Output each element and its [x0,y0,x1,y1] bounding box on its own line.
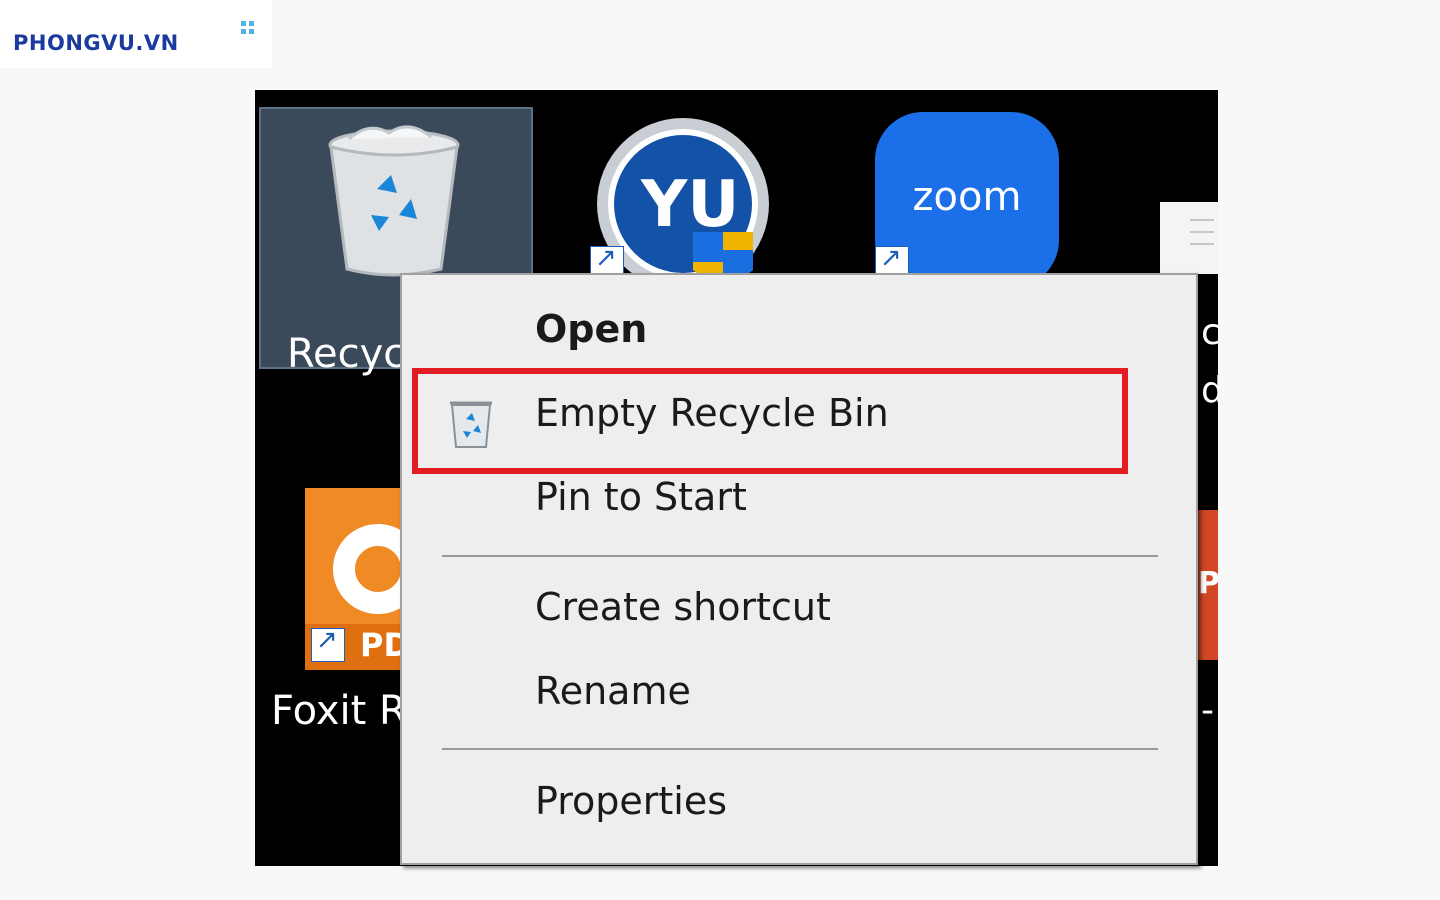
menu-item-rename[interactable]: Rename [402,655,1196,737]
phongvu-logo: PHONGVU.VN [0,0,272,68]
powerpoint-icon: P [1198,566,1218,601]
side-char-1: c [1201,312,1218,353]
menu-separator [442,748,1158,750]
desktop-icon-yu[interactable]: YU [590,114,773,294]
side-char-2: d [1201,370,1218,411]
menu-item-label: Pin to Start [535,475,747,519]
menu-item-open[interactable]: Open [402,293,1196,375]
menu-separator [442,555,1158,557]
logo-dots-icon [241,21,254,34]
desktop-icon-zoom[interactable]: zoom [875,112,1059,288]
menu-item-label: Properties [535,779,728,823]
menu-item-label: Rename [535,669,691,713]
menu-item-create-shortcut[interactable]: Create shortcut [402,571,1196,653]
desktop-icon-foxit[interactable]: PD [305,488,423,670]
desktop-icon-powerpoint[interactable]: P [1196,510,1218,660]
context-menu: Open Empty Recycle Bin Pin to Start Crea… [400,273,1198,865]
document-lines-icon [1190,219,1214,245]
recycle-bin-label: Recyc [287,331,406,377]
menu-item-properties[interactable]: Properties [402,765,1196,847]
highlight-box [412,368,1128,474]
document-icon[interactable] [1160,202,1218,274]
side-char-3: - [1201,690,1214,731]
menu-item-label: Open [535,307,648,351]
yu-text: YU [640,168,739,242]
foxit-label: Foxit R [271,688,407,734]
menu-item-label: Create shortcut [535,585,831,629]
shortcut-arrow-icon [311,625,345,662]
logo-text: PHONGVU.VN [13,31,179,55]
recycle-bin-icon [328,125,460,277]
zoom-icon: zoom [912,174,1022,220]
